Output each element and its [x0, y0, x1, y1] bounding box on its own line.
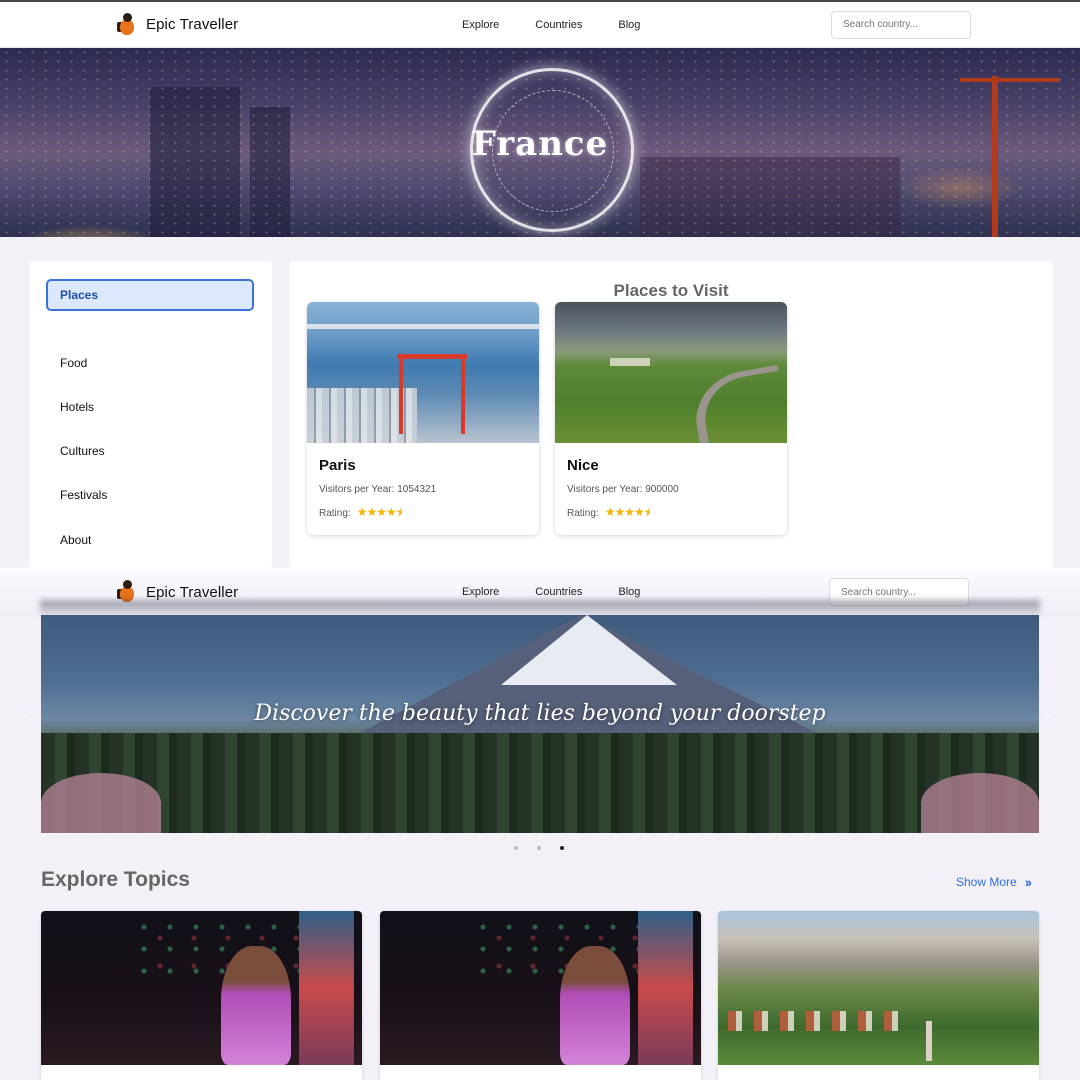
sidebar-item-hotels[interactable]: Hotels: [46, 391, 254, 423]
show-more-link[interactable]: Show More ››: [956, 874, 1032, 890]
topic-card[interactable]: [380, 911, 701, 1080]
rating-label: Rating:: [319, 508, 351, 519]
topics-title: Explore Topics: [41, 868, 190, 891]
topic-card[interactable]: [718, 911, 1039, 1080]
place-image: [555, 302, 787, 443]
topic-card[interactable]: [41, 911, 362, 1080]
top-navbar: Epic Traveller Explore Countries Blog: [0, 0, 1080, 48]
forest: [41, 733, 1039, 833]
carousel-tagline: Discover the beauty that lies beyond you…: [254, 701, 826, 726]
place-visitors: Visitors per Year: 900000: [567, 484, 679, 495]
carousel-dot-active[interactable]: [560, 846, 564, 850]
hero-carousel: Discover the beauty that lies beyond you…: [41, 615, 1039, 833]
logo-icon: [116, 12, 138, 37]
places-title: Places to Visit: [613, 281, 729, 300]
carousel-dot[interactable]: [514, 846, 518, 850]
brand[interactable]: Epic Traveller: [116, 12, 239, 37]
nav-link-explore[interactable]: Explore: [462, 586, 499, 598]
search-input[interactable]: [831, 10, 971, 39]
country-content: Places Food Hotels Cultures Festivals Ab…: [0, 237, 1080, 568]
mountain-snow: [501, 615, 677, 685]
place-card-paris[interactable]: Paris Visitors per Year: 1054321 Rating:…: [307, 302, 539, 535]
topic-image: [380, 911, 701, 1065]
star-icon: ★★★★⯨: [604, 505, 650, 519]
nav-links: Explore Countries Blog: [462, 19, 640, 31]
sidebar-item-cultures[interactable]: Cultures: [46, 435, 254, 467]
rating-label: Rating:: [567, 508, 599, 519]
country-hero-banner: France: [0, 48, 1080, 237]
place-image: [307, 302, 539, 443]
nav-link-blog[interactable]: Blog: [618, 19, 640, 31]
sidebar-item-food[interactable]: Food: [46, 347, 254, 379]
nav-link-blog[interactable]: Blog: [618, 586, 640, 598]
sidebar-item-places[interactable]: Places: [46, 279, 254, 311]
brand-name: Epic Traveller: [146, 16, 239, 33]
place-rating: Rating: ★★★★⯨: [567, 503, 775, 524]
nav-link-countries[interactable]: Countries: [535, 19, 582, 31]
chevron-right-icon[interactable]: ›: [1046, 706, 1051, 722]
crane-arm: [960, 78, 1060, 82]
blossom-tree: [41, 773, 161, 833]
brand-name: Epic Traveller: [146, 583, 239, 601]
carousel-dot[interactable]: [537, 846, 541, 850]
nav-links: Explore Countries Blog: [462, 586, 640, 598]
topic-image: [718, 911, 1039, 1065]
visitors-value: 900000: [645, 484, 679, 495]
show-more-label: Show More: [956, 875, 1017, 889]
star-icon: ★★★★⯨: [356, 505, 402, 519]
double-chevron-right-icon: ››: [1024, 874, 1032, 890]
chevron-left-icon[interactable]: ‹: [24, 706, 29, 722]
nav-link-countries[interactable]: Countries: [535, 586, 582, 598]
place-name: Nice: [567, 457, 599, 474]
place-card-nice[interactable]: Nice Visitors per Year: 900000 Rating: ★…: [555, 302, 787, 535]
place-rating: Rating: ★★★★⯨: [319, 503, 527, 524]
topic-image: [41, 911, 362, 1065]
place-name: Paris: [319, 457, 356, 474]
sidebar-item-about[interactable]: About: [46, 524, 254, 556]
nav-link-explore[interactable]: Explore: [462, 19, 499, 31]
country-title: France: [471, 124, 609, 164]
sidebar-item-festivals[interactable]: Festivals: [46, 479, 254, 511]
country-sidebar: Places Food Hotels Cultures Festivals Ab…: [29, 261, 272, 568]
place-visitors: Visitors per Year: 1054321: [319, 484, 437, 495]
visitors-value: 1054321: [397, 484, 437, 495]
blossom-tree: [921, 773, 1039, 833]
places-panel: Places to Visit Paris Visitors per Year:…: [289, 261, 1053, 568]
carousel-indicators: [514, 846, 564, 850]
